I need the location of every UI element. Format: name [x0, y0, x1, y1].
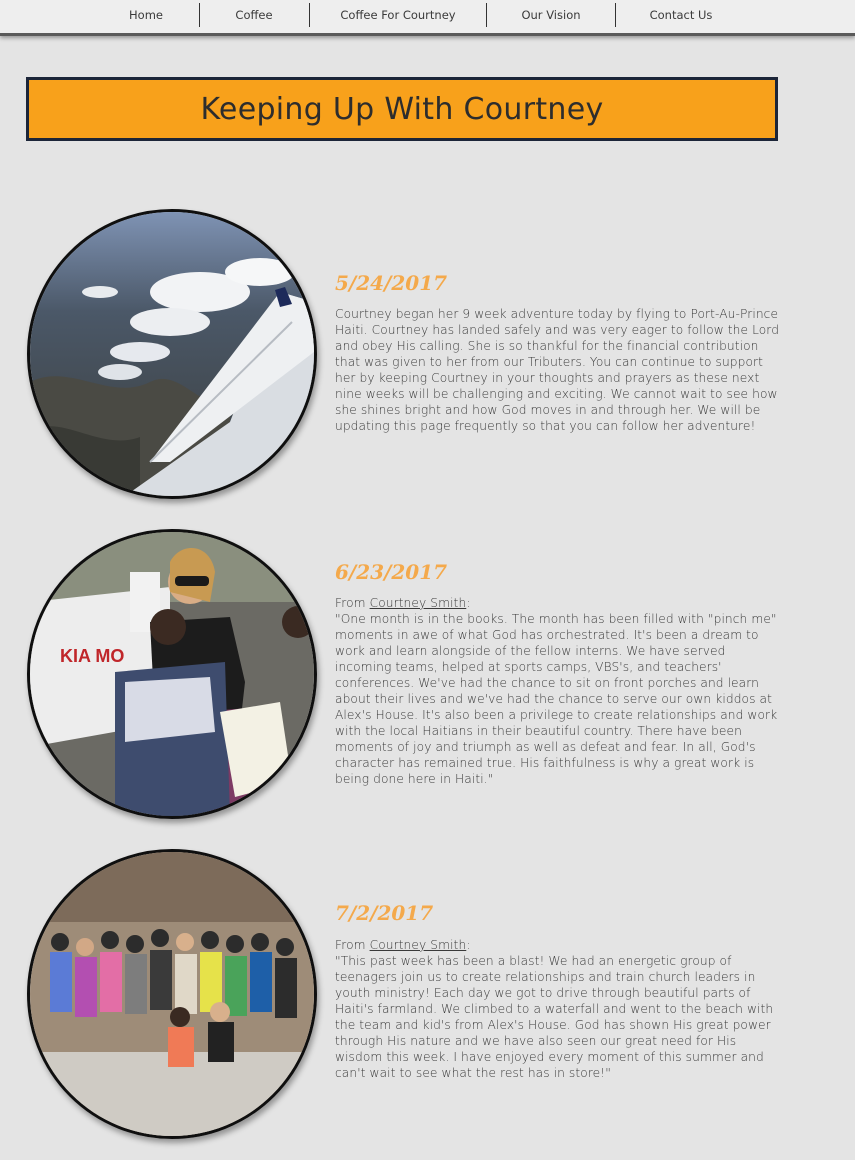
nav-coffee-for-courtney-link[interactable]: Coffee For Courtney [312, 4, 484, 26]
from-prefix: From [335, 596, 370, 610]
nav-divider [615, 3, 616, 27]
from-prefix: From [335, 938, 370, 952]
post-from-line: From Courtney Smith: [335, 595, 780, 611]
page-title: Keeping Up With Courtney [200, 91, 604, 127]
post-body: Courtney began her 9 week adventure toda… [335, 306, 780, 434]
post-body: From Courtney Smith: "One month is in th… [335, 595, 780, 787]
page-title-banner: Keeping Up With Courtney [26, 77, 778, 141]
nav-our-vision-link[interactable]: Our Vision [489, 4, 613, 26]
post-date: 6/23/2017 [335, 560, 448, 584]
group-truck-photo: KIA MO [27, 529, 317, 819]
post-from-line: From Courtney Smith: [335, 937, 780, 953]
author-link[interactable]: Courtney Smith [370, 938, 467, 952]
group-hillside-photo [27, 849, 317, 1139]
post-text: "One month is in the books. The month ha… [335, 612, 778, 786]
nav-divider [486, 3, 487, 27]
airplane-wing-photo [27, 209, 317, 499]
post-text: "This past week has been a blast! We had… [335, 954, 774, 1080]
nav-contact-us-link[interactable]: Contact Us [618, 4, 744, 26]
svg-text:KIA MO: KIA MO [60, 646, 124, 666]
nav-divider [199, 3, 200, 27]
nav-home-link[interactable]: Home [96, 4, 196, 26]
author-link[interactable]: Courtney Smith [370, 596, 467, 610]
top-nav-bar: Home Coffee Coffee For Courtney Our Visi… [0, 0, 855, 36]
post-date: 5/24/2017 [335, 271, 448, 295]
from-suffix: : [466, 938, 471, 952]
post-text: Courtney began her 9 week adventure toda… [335, 307, 780, 433]
nav-divider [309, 3, 310, 27]
post-date: 7/2/2017 [335, 901, 434, 925]
from-suffix: : [466, 596, 471, 610]
post-body: From Courtney Smith: "This past week has… [335, 937, 780, 1081]
nav-coffee-link[interactable]: Coffee [202, 4, 306, 26]
